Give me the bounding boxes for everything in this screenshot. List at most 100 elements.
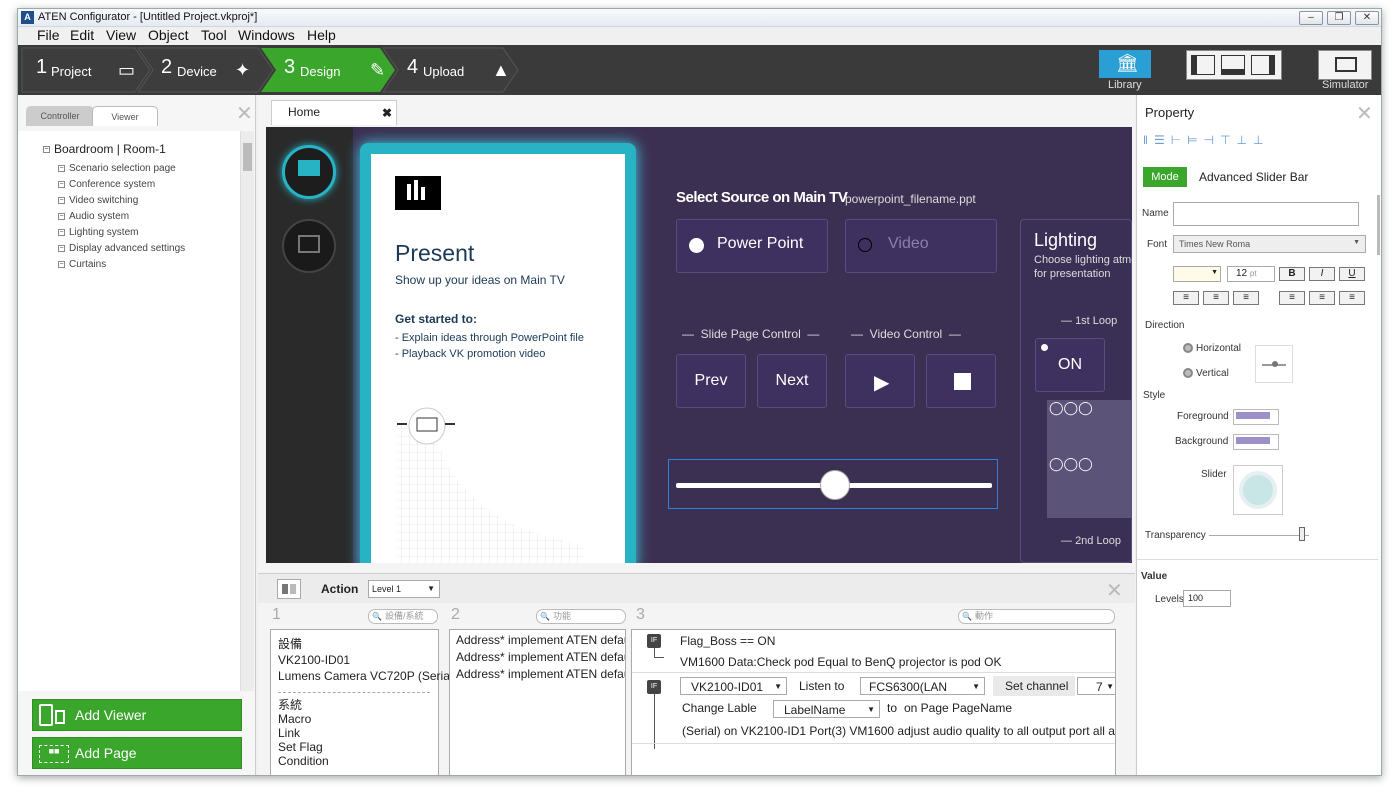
tree-item-video[interactable]: − Video switching xyxy=(58,195,138,206)
align-right-button[interactable]: ≡ xyxy=(1233,291,1259,305)
menu-edit[interactable]: Edit xyxy=(70,27,94,43)
close-tab-icon[interactable]: ✖ xyxy=(382,106,392,120)
light-on-button[interactable]: ON xyxy=(1035,338,1105,392)
close-icon[interactable]: ✕ xyxy=(236,101,253,126)
menu-object[interactable]: Object xyxy=(148,27,188,43)
channel-select[interactable]: 7 ▼ xyxy=(1077,677,1115,695)
play-button[interactable]: ▶ xyxy=(845,354,915,408)
layout-bottom-icon[interactable] xyxy=(1221,55,1245,75)
bold-button[interactable]: B xyxy=(1279,267,1305,281)
design-canvas[interactable]: Present Show up your ideas on Main TV Ge… xyxy=(266,127,1132,563)
library-button[interactable]: 🏛 xyxy=(1099,50,1151,78)
video-button[interactable]: Video xyxy=(845,219,997,273)
vertical-radio[interactable]: Vertical xyxy=(1183,368,1229,379)
source-filename: powerpoint_filename.ppt xyxy=(845,192,976,206)
stop-button[interactable] xyxy=(926,354,996,408)
menu-file[interactable]: File xyxy=(37,27,60,43)
tab-viewer[interactable]: Viewer xyxy=(92,106,158,126)
simulator-button[interactable] xyxy=(1318,50,1372,80)
list-item[interactable]: 系統 xyxy=(278,698,329,712)
function-list: Address* implement ATEN defau Address* i… xyxy=(449,629,626,775)
slider-selection-box[interactable] xyxy=(668,459,998,509)
menu-view[interactable]: View xyxy=(106,27,136,43)
background-color-select[interactable] xyxy=(1233,434,1279,450)
tree-item-audio[interactable]: − Audio system xyxy=(58,211,129,222)
horizontal-radio[interactable]: Horizontal xyxy=(1183,343,1241,354)
valign-middle-button[interactable]: ≡ xyxy=(1309,291,1335,305)
menu-windows[interactable]: Windows xyxy=(238,27,295,43)
panel-toggle-icon[interactable] xyxy=(277,579,301,599)
align-left-button[interactable]: ≡ xyxy=(1173,291,1199,305)
property-scrollbar[interactable] xyxy=(1377,195,1380,255)
foreground-color-select[interactable] xyxy=(1233,409,1279,425)
power-point-button[interactable]: Power Point xyxy=(676,219,828,273)
present-nav-button[interactable] xyxy=(282,145,336,199)
list-item[interactable]: 設備 xyxy=(278,636,450,652)
tab-home[interactable]: Home ✖ xyxy=(271,100,397,125)
condition-row-1[interactable]: Flag_Boss == ON xyxy=(680,634,775,648)
add-page-button[interactable]: ■■ Add Page xyxy=(32,737,242,769)
list-item[interactable]: Address* implement ATEN defau xyxy=(456,649,625,666)
list-item[interactable]: Link xyxy=(278,726,329,740)
tree-scrollbar[interactable] xyxy=(240,131,254,691)
tree-item-curtains[interactable]: − Curtains xyxy=(58,259,106,270)
valign-top-button[interactable]: ≡ xyxy=(1279,291,1305,305)
level-select[interactable]: Level 1 ▼ xyxy=(368,580,440,598)
device-select[interactable]: VK2100-ID01 ▼ xyxy=(680,677,787,695)
align-toolbar[interactable]: ‖☰⊢⊨⊣⊤⊥⊥ xyxy=(1143,133,1377,149)
layout-right-icon[interactable] xyxy=(1251,55,1275,75)
align-center-button[interactable]: ≡ xyxy=(1203,291,1229,305)
tree-root[interactable]: − Boardroom | Room-1 xyxy=(43,142,166,156)
next-button[interactable]: Next xyxy=(757,354,827,408)
transparency-slider[interactable] xyxy=(1209,535,1309,536)
mode-button[interactable]: Mode xyxy=(1143,167,1187,187)
close-icon[interactable]: ✕ xyxy=(1106,578,1123,603)
list-item[interactable]: Address* implement ATEN defau xyxy=(456,666,625,683)
lighting-desc-1: Choose lighting atmo xyxy=(1034,254,1132,266)
maximize-button[interactable]: ❐ xyxy=(1327,11,1351,25)
present-card[interactable]: Present Show up your ideas on Main TV Ge… xyxy=(371,154,625,563)
condition-row-2[interactable]: VM1600 Data:Check pod Equal to BenQ proj… xyxy=(680,655,1002,669)
prev-button[interactable]: Prev xyxy=(676,354,746,408)
slider-thumb[interactable] xyxy=(820,470,850,500)
close-icon[interactable]: ✕ xyxy=(1356,101,1373,126)
action-search-input[interactable]: 動作 xyxy=(958,609,1115,624)
list-item[interactable]: Condition xyxy=(278,754,329,768)
function-search-input[interactable]: 功能 xyxy=(536,609,626,624)
tree-item-lighting[interactable]: − Lighting system xyxy=(58,227,138,238)
font-size-input[interactable]: 12 pt xyxy=(1227,266,1275,282)
add-viewer-button[interactable]: Add Viewer xyxy=(32,699,242,731)
minimize-button[interactable]: – xyxy=(1299,11,1323,25)
levels-input[interactable]: 100 xyxy=(1183,590,1231,607)
list-item[interactable]: VK2100-ID01 xyxy=(278,652,450,668)
page-label[interactable]: on Page PageName xyxy=(904,701,1012,715)
collapse-icon[interactable]: − xyxy=(43,146,50,154)
list-item[interactable]: Lumens Camera VC720P (Seria xyxy=(278,668,450,684)
device-search-input[interactable]: 設備/系統 xyxy=(368,609,438,624)
label-select[interactable]: LabelName ▼ xyxy=(773,700,880,718)
transparency-thumb[interactable] xyxy=(1299,527,1305,541)
action-row-serial[interactable]: (Serial) on VK2100-ID1 Port(3) VM1600 ad… xyxy=(682,724,1115,738)
italic-button[interactable]: I xyxy=(1309,267,1335,281)
action-label: Action xyxy=(321,582,359,596)
font-select[interactable]: Times New Roma ▼ xyxy=(1173,235,1366,253)
menu-tool[interactable]: Tool xyxy=(201,27,227,43)
target-select[interactable]: FCS6300(LAN ▼ xyxy=(860,677,985,695)
menu-help[interactable]: Help xyxy=(307,27,336,43)
scroll-thumb[interactable] xyxy=(243,143,252,171)
list-item[interactable]: Macro xyxy=(278,712,329,726)
close-button[interactable]: ✕ xyxy=(1355,11,1379,25)
slider-style-preview[interactable] xyxy=(1233,465,1283,515)
underline-button[interactable]: U xyxy=(1339,267,1365,281)
name-input[interactable] xyxy=(1173,202,1359,226)
tree-item-scenario[interactable]: − Scenario selection page xyxy=(58,163,176,174)
font-color-select[interactable]: ▼ xyxy=(1173,266,1221,282)
layout-left-icon[interactable] xyxy=(1191,55,1215,75)
list-item[interactable]: Address* implement ATEN defau xyxy=(456,632,625,649)
tab-controller[interactable]: Controller xyxy=(26,106,94,126)
valign-bottom-button[interactable]: ≡ xyxy=(1339,291,1365,305)
tree-item-conference[interactable]: − Conference system xyxy=(58,179,155,190)
list-item[interactable]: Set Flag xyxy=(278,740,329,754)
display-nav-button[interactable] xyxy=(282,219,336,273)
tree-item-display[interactable]: − Display advanced settings xyxy=(58,243,185,254)
